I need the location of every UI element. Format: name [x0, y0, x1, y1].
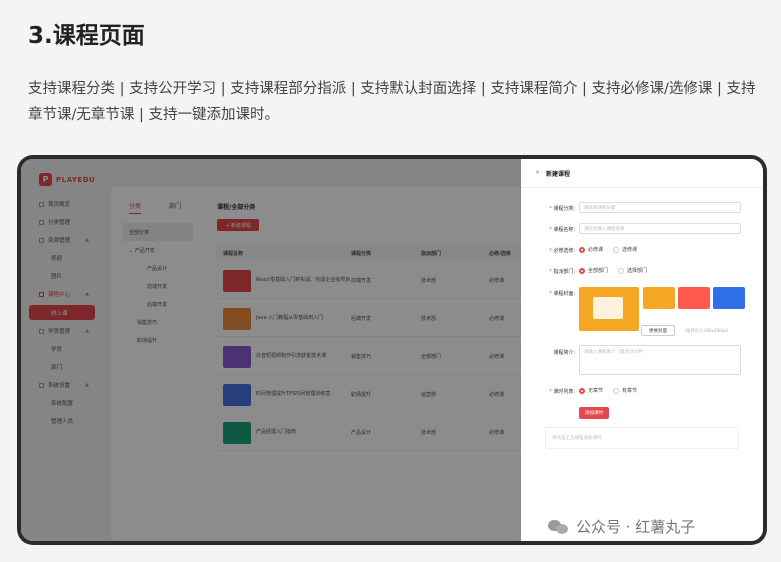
app-background: P PLAYEDU 首页概览 分类管理 资源管理 ▲ 视频 图片 课程中心 ▲ 线上课 学员管理 ▲…	[21, 159, 521, 541]
watermark: 公众号 · 红薯丸子	[548, 516, 695, 537]
intro-textarea[interactable]: 请输入课程简介（最多200字）	[579, 345, 741, 375]
cover-option[interactable]	[678, 287, 710, 309]
add-lesson-button[interactable]: 添加课时	[579, 407, 609, 419]
section-heading: 3.课程页面	[28, 23, 145, 49]
radio-select-departments[interactable]: 选择部门	[618, 267, 647, 274]
category-select[interactable]: 请选择课程分类	[579, 202, 741, 213]
drawer-title: 新建课程	[546, 171, 571, 178]
modal-overlay[interactable]	[21, 159, 521, 541]
app-screen: P PLAYEDU 首页概览 分类管理 资源管理 ▲ 视频 图片 课程中心 ▲ 线上课 学员管理 ▲…	[21, 159, 763, 541]
cover-preview	[579, 287, 639, 331]
name-label: * 课程名称:	[549, 227, 575, 233]
divider	[521, 187, 763, 188]
drawer-header: ✕ 新建课程	[535, 169, 570, 178]
lesson-empty-hint: 请点击上方按钮添加课时	[545, 427, 739, 449]
cover-option[interactable]	[713, 287, 745, 309]
cover-option[interactable]	[643, 287, 675, 309]
close-icon[interactable]: ✕	[535, 169, 540, 178]
radio-all-departments[interactable]: 全部部门	[579, 267, 608, 274]
category-label: * 课程分类:	[549, 206, 575, 212]
wechat-icon	[548, 519, 570, 535]
required-label: * 必修选修:	[549, 248, 575, 254]
radio-with-chapter[interactable]: 有章节	[613, 387, 637, 394]
new-course-drawer: ✕ 新建课程 * 课程分类: 请选择课程分类 * 课程名称: 请在此输入课程名称…	[521, 159, 763, 541]
lesson-label: * 课时列表:	[549, 389, 575, 395]
intro-label: 课程简介:	[553, 350, 575, 356]
lesson-radio-group: 无章节 有章节	[579, 387, 637, 394]
change-cover-button[interactable]: 更换封面	[641, 325, 675, 336]
assign-label: * 指派部门:	[549, 269, 575, 275]
cover-label: * 课程封面:	[549, 291, 575, 297]
cover-hint: (推荐尺寸:400x300px)	[685, 328, 729, 333]
course-name-input[interactable]: 请在此输入课程名称	[579, 223, 741, 234]
feature-description: 支持课程分类 | 支持公开学习 | 支持课程部分指派 | 支持默认封面选择 | …	[28, 81, 756, 123]
required-radio-group: 必修课 选修课	[579, 246, 637, 253]
device-frame: P PLAYEDU 首页概览 分类管理 资源管理 ▲ 视频 图片 课程中心 ▲ 线上课 学员管理 ▲…	[17, 155, 767, 545]
radio-elective[interactable]: 选修课	[613, 246, 637, 253]
radio-no-chapter[interactable]: 无章节	[579, 387, 603, 394]
watermark-text: 公众号 · 红薯丸子	[576, 518, 696, 536]
assign-radio-group: 全部部门 选择部门	[579, 267, 647, 274]
radio-required[interactable]: 必修课	[579, 246, 603, 253]
